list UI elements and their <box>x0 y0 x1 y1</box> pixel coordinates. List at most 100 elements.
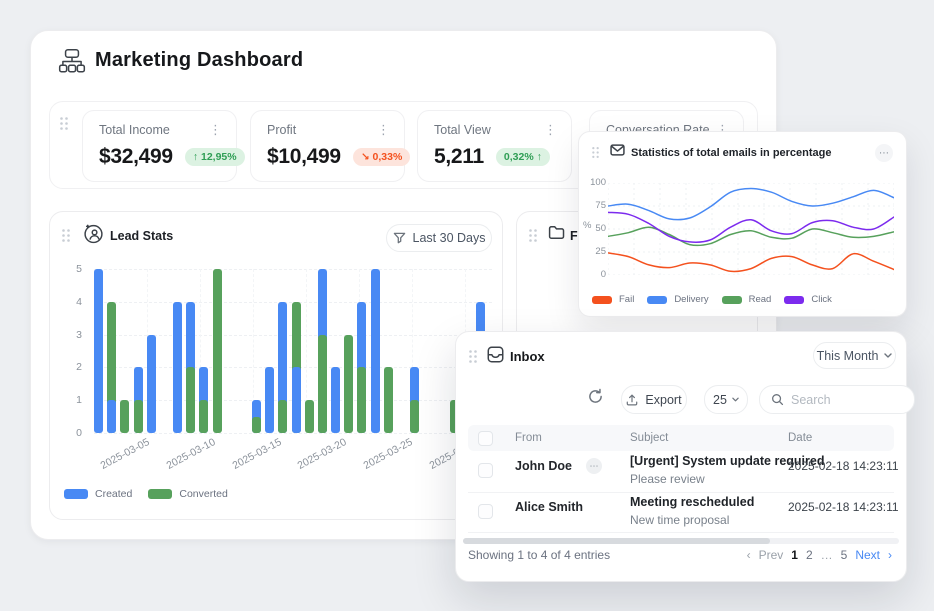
stat-value: 5,211 <box>434 145 484 169</box>
email-line-chart <box>608 183 894 275</box>
legend-item: Delivery <box>647 294 708 305</box>
page-2-button[interactable]: 2 <box>806 548 813 562</box>
export-button[interactable]: Export <box>621 385 687 414</box>
filter-last-30-days-button[interactable]: Last 30 Days <box>386 224 492 252</box>
column-header-subject: Subject <box>630 432 668 444</box>
lead-x-axis: 2025-03-052025-03-102025-03-152025-03-20… <box>94 440 492 480</box>
email-legend: FailDeliveryReadClick <box>592 294 832 305</box>
page-5-button[interactable]: 5 <box>841 548 848 562</box>
legend-label: Created <box>95 488 132 500</box>
stat-card-total-view: Total View ⋮ 5,211 0,32% ↑ <box>417 110 572 182</box>
legend-swatch <box>592 296 612 304</box>
next-arrow-icon[interactable]: › <box>888 548 892 562</box>
chevron-down-icon <box>884 353 892 358</box>
drag-handle-icon[interactable] <box>59 116 69 131</box>
row-from: Alice Smith <box>515 500 583 514</box>
line-series-fail <box>608 253 894 272</box>
stat-label: Profit <box>267 123 296 137</box>
y-tick-label: 25 <box>580 246 606 257</box>
stat-card-profit: Profit ⋮ $10,499 ↘ 0,33% <box>250 110 405 182</box>
inbox-icon <box>487 346 504 363</box>
lead-bar-converted <box>357 367 366 433</box>
refresh-icon[interactable] <box>587 388 604 405</box>
select-all-checkbox[interactable] <box>478 431 493 446</box>
sitemap-icon <box>57 46 87 76</box>
kebab-menu-icon[interactable]: ⋮ <box>544 125 557 135</box>
stat-label: Total Income <box>99 123 170 137</box>
envelope-icon <box>610 144 625 156</box>
drag-handle-icon[interactable] <box>591 146 600 159</box>
page-size-value: 25 <box>713 393 727 407</box>
lead-bar-created <box>147 335 156 433</box>
y-tick-label: 1 <box>60 394 82 406</box>
lead-bar-converted <box>213 269 222 433</box>
line-series-read <box>608 227 894 245</box>
folder-icon <box>548 225 565 240</box>
trend-badge: ↘ 0,33% <box>353 148 411 166</box>
column-header-from: From <box>515 432 542 444</box>
drag-handle-icon[interactable] <box>528 228 538 243</box>
lead-bar-converted <box>134 400 143 433</box>
lead-bar-converted <box>252 417 261 433</box>
lead-legend: CreatedConverted <box>64 488 228 500</box>
lead-stats-title: Lead Stats <box>110 229 173 243</box>
lead-bar-converted <box>278 400 287 433</box>
gridline <box>94 269 492 270</box>
lead-stats-card: Lead Stats Last 30 Days 543210 2025-03-0… <box>49 211 503 520</box>
export-label: Export <box>645 393 681 407</box>
legend-swatch <box>64 489 88 499</box>
lead-bar-created <box>331 367 340 433</box>
row-date: 2025-02-18 14:23:11 <box>788 500 899 514</box>
search-input[interactable]: Search <box>759 385 915 414</box>
y-tick-label: 5 <box>60 263 82 275</box>
kebab-menu-icon[interactable]: ⋮ <box>377 125 390 135</box>
prev-arrow-icon[interactable]: ‹ <box>747 548 751 562</box>
lead-bar-created <box>292 367 301 433</box>
y-tick-label: 0 <box>580 269 606 280</box>
prev-button[interactable]: Prev <box>759 548 784 562</box>
drag-handle-icon[interactable] <box>468 349 478 364</box>
legend-label: Read <box>749 294 772 305</box>
page-size-select[interactable]: 25 <box>704 385 748 414</box>
period-select[interactable]: This Month <box>813 342 896 369</box>
legend-swatch <box>722 296 742 304</box>
trend-badge: ↑ 12,95% <box>185 148 245 166</box>
legend-swatch <box>647 296 667 304</box>
horizontal-scrollbar-thumb[interactable] <box>463 538 770 544</box>
row-divider <box>468 492 894 493</box>
pagination-ellipsis: … <box>821 548 833 562</box>
stat-value: $10,499 <box>267 145 341 169</box>
legend-item: Read <box>722 294 772 305</box>
legend-swatch <box>148 489 172 499</box>
row-subject: Meeting rescheduled <box>630 495 754 509</box>
search-placeholder: Search <box>791 393 831 407</box>
legend-swatch <box>784 296 804 304</box>
email-stats-title: Statistics of total emails in percentage <box>631 147 832 159</box>
stat-card-total-income: Total Income ⋮ $32,499 ↑ 12,95% <box>82 110 237 182</box>
legend-item: Created <box>64 488 132 500</box>
x-tick-label: 2025-03-05 <box>89 431 160 476</box>
card-menu-icon[interactable]: ⋯ <box>875 144 893 162</box>
kebab-menu-icon[interactable]: ⋮ <box>209 125 222 135</box>
lead-bar-created <box>371 269 380 433</box>
funnel-icon <box>393 232 406 245</box>
horizontal-scrollbar-track[interactable] <box>463 538 899 544</box>
y-tick-label: 3 <box>60 329 82 341</box>
row-from: John Doe <box>515 459 572 473</box>
row-checkbox[interactable] <box>478 463 493 478</box>
drag-handle-icon[interactable] <box>61 228 71 243</box>
next-button[interactable]: Next <box>855 548 880 562</box>
legend-label: Click <box>811 294 832 305</box>
row-menu-icon[interactable]: ⋯ <box>586 458 602 474</box>
row-checkbox[interactable] <box>478 504 493 519</box>
y-tick-label: 75 <box>580 200 606 211</box>
email-stats-card: Statistics of total emails in percentage… <box>578 131 907 317</box>
x-tick-label: 2025-03-15 <box>221 431 292 476</box>
y-tick-label: 4 <box>60 296 82 308</box>
lead-bar-created <box>94 269 103 433</box>
page-1-button[interactable]: 1 <box>791 548 798 562</box>
x-tick-label: 2025-03-25 <box>353 431 424 476</box>
lead-bar-converted <box>318 335 327 433</box>
y-tick-label: 100 <box>580 177 606 188</box>
stat-label: Total View <box>434 123 491 137</box>
